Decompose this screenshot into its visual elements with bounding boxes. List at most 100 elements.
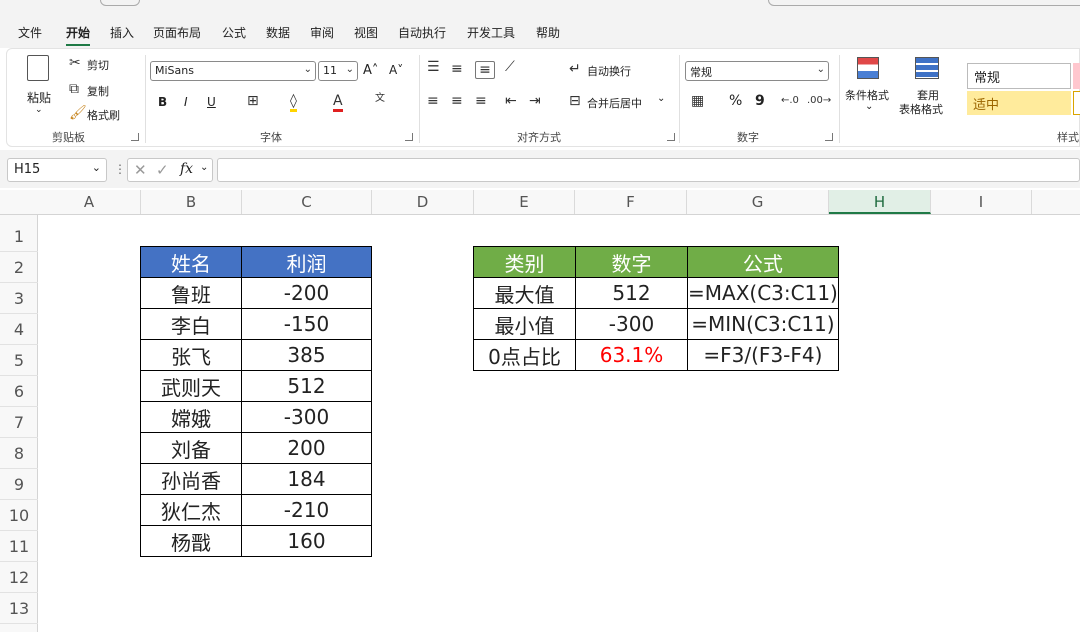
quick-access-icon[interactable] <box>100 0 140 6</box>
tab-automate[interactable]: 自动执行 <box>398 24 446 41</box>
number-launcher-icon[interactable] <box>825 133 833 141</box>
row-header[interactable]: 7 <box>0 407 38 438</box>
tab-help[interactable]: 帮助 <box>536 24 560 41</box>
cell[interactable]: 张飞 <box>140 339 242 371</box>
style-good[interactable] <box>1073 91 1080 115</box>
cell[interactable]: 160 <box>241 525 372 557</box>
cell[interactable]: 武则天 <box>140 370 242 402</box>
tab-review[interactable]: 审阅 <box>310 24 334 41</box>
cell[interactable]: 184 <box>241 463 372 495</box>
increase-decimal-icon[interactable]: ←.0 <box>781 93 799 109</box>
wrap-text-icon[interactable]: ↵ <box>569 61 581 77</box>
style-normal[interactable]: 常规 <box>967 63 1071 89</box>
column-header-g[interactable]: G <box>687 190 829 214</box>
tab-view[interactable]: 视图 <box>354 24 378 41</box>
font-launcher-icon[interactable] <box>405 133 413 141</box>
tab-file[interactable]: 文件 <box>18 24 42 41</box>
orientation-icon[interactable]: ⟋ <box>505 59 515 75</box>
header-cell-name[interactable]: 姓名 <box>140 246 242 278</box>
cell[interactable]: 最大值 <box>473 277 576 309</box>
cell[interactable]: =MIN(C3:C11) <box>687 308 839 340</box>
phonetic-icon[interactable]: 文 <box>375 91 385 107</box>
enter-icon[interactable]: ✓ <box>156 161 169 179</box>
cell[interactable]: 李白 <box>140 308 242 340</box>
row-header[interactable]: 1 <box>0 221 38 252</box>
bold-button[interactable]: B <box>158 95 167 109</box>
insert-function-button[interactable]: fx <box>180 161 193 177</box>
column-header-d[interactable]: D <box>372 190 474 214</box>
chevron-down-icon[interactable]: ⌄ <box>200 162 208 173</box>
wrap-text-button[interactable]: 自动换行 <box>587 63 631 79</box>
row-header[interactable]: 4 <box>0 314 38 345</box>
cell[interactable]: -150 <box>241 308 372 340</box>
align-right-icon[interactable]: ≡ <box>475 93 487 109</box>
cell[interactable]: 最小值 <box>473 308 576 340</box>
increase-font-icon[interactable]: A˄ <box>363 63 378 78</box>
align-left-icon[interactable]: ≡ <box>427 93 439 109</box>
copy-button[interactable]: 复制 <box>87 83 109 99</box>
decrease-decimal-icon[interactable]: .00→ <box>807 93 831 109</box>
merge-center-button[interactable]: 合并后居中 <box>587 95 642 111</box>
cell[interactable]: 狄仁杰 <box>140 494 242 526</box>
italic-button[interactable]: I <box>184 95 188 109</box>
accounting-format-icon[interactable]: ▦ <box>691 93 704 109</box>
row-header[interactable]: 11 <box>0 531 38 562</box>
increase-indent-icon[interactable]: ⇥ <box>529 93 541 109</box>
column-header-c[interactable]: C <box>242 190 372 214</box>
cell[interactable]: 杨戬 <box>140 525 242 557</box>
row-header[interactable]: 3 <box>0 283 38 314</box>
header-cell-number[interactable]: 数字 <box>575 246 688 278</box>
column-header-a[interactable]: A <box>38 190 141 214</box>
column-header-b[interactable]: B <box>141 190 242 214</box>
table-format-icon[interactable] <box>915 57 939 79</box>
chevron-down-icon[interactable]: ⌄ <box>657 93 665 104</box>
cell[interactable]: 512 <box>575 277 688 309</box>
row-header[interactable]: 6 <box>0 376 38 407</box>
align-bottom-icon[interactable]: ≡ <box>475 61 495 79</box>
cell[interactable]: 孙尚香 <box>140 463 242 495</box>
row-header[interactable]: 12 <box>0 562 38 593</box>
underline-button[interactable]: U <box>207 95 216 109</box>
cell[interactable]: 0点占比 <box>473 339 576 371</box>
cell[interactable]: -300 <box>575 308 688 340</box>
decrease-font-icon[interactable]: A˅ <box>389 63 403 77</box>
alignment-launcher-icon[interactable] <box>667 133 675 141</box>
column-header-f[interactable]: F <box>575 190 687 214</box>
tab-insert[interactable]: 插入 <box>110 24 134 41</box>
column-header-e[interactable]: E <box>474 190 575 214</box>
font-name-select[interactable]: MiSans ⌄ <box>150 61 316 81</box>
row-header[interactable]: 2 <box>0 252 38 283</box>
tab-formulas[interactable]: 公式 <box>222 24 246 41</box>
paste-button[interactable]: 粘贴 <box>27 89 51 106</box>
tab-page-layout[interactable]: 页面布局 <box>153 24 201 41</box>
more-options-icon[interactable]: ⋮ <box>114 162 126 176</box>
row-header[interactable]: 13 <box>0 593 38 624</box>
column-header-i[interactable]: I <box>931 190 1032 214</box>
cell-highlight[interactable]: 63.1% <box>575 339 688 371</box>
chevron-down-icon[interactable]: ⌄ <box>865 101 873 112</box>
cell[interactable]: 嫦娥 <box>140 401 242 433</box>
cell[interactable]: -300 <box>241 401 372 433</box>
cancel-icon[interactable]: ✕ <box>134 161 147 179</box>
format-painter-icon[interactable]: 🖌 <box>69 105 87 121</box>
cell[interactable]: =MAX(C3:C11) <box>687 277 839 309</box>
cell[interactable]: 200 <box>241 432 372 464</box>
format-painter-button[interactable]: 格式刷 <box>87 107 120 123</box>
cell[interactable]: -200 <box>241 277 372 309</box>
cell[interactable]: 385 <box>241 339 372 371</box>
header-cell-formula[interactable]: 公式 <box>687 246 839 278</box>
row-header[interactable]: 8 <box>0 438 38 469</box>
header-cell-category[interactable]: 类别 <box>473 246 576 278</box>
align-middle-icon[interactable]: ≡ <box>451 61 463 77</box>
tab-data[interactable]: 数据 <box>266 24 290 41</box>
align-center-icon[interactable]: ≡ <box>451 93 463 109</box>
header-cell-profit[interactable]: 利润 <box>241 246 372 278</box>
merge-center-icon[interactable]: ⊟ <box>569 93 581 109</box>
row-header[interactable]: 10 <box>0 500 38 531</box>
decrease-indent-icon[interactable]: ⇤ <box>505 93 517 109</box>
cut-button[interactable]: 剪切 <box>87 57 109 73</box>
scissors-icon[interactable]: ✂ <box>69 55 81 71</box>
percent-button[interactable]: % <box>729 93 742 109</box>
number-format-select[interactable]: 常规 ⌄ <box>685 61 829 81</box>
font-size-select[interactable]: 11 ⌄ <box>318 61 358 81</box>
